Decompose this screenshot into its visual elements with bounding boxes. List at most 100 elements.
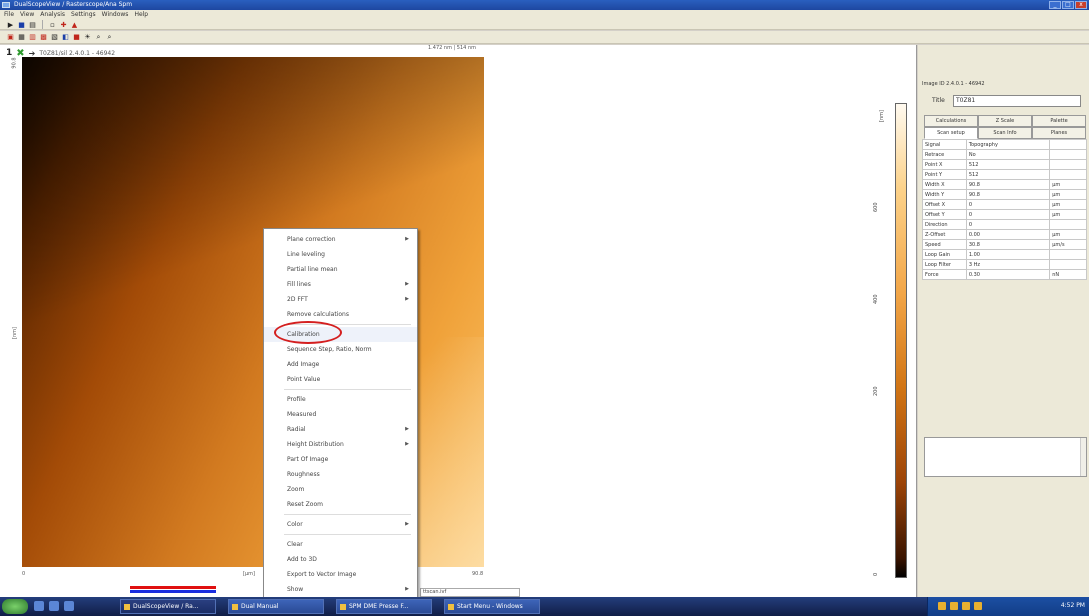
property-row[interactable]: Retrace No bbox=[922, 149, 1087, 160]
x-tick-0: 0 bbox=[22, 571, 26, 577]
context-menu-item[interactable]: Remove calculations bbox=[264, 307, 417, 322]
tray-network-icon[interactable] bbox=[938, 602, 946, 610]
color-scale-bar[interactable] bbox=[895, 103, 907, 578]
context-menu-item[interactable]: Plane correction ▶ bbox=[264, 232, 417, 247]
tab-z-scale[interactable]: Z Scale bbox=[978, 115, 1032, 127]
property-key: Point Y bbox=[922, 169, 967, 180]
file-field[interactable]: ttscan.ivf bbox=[420, 588, 520, 597]
sun-icon[interactable]: ☀ bbox=[83, 32, 92, 41]
context-menu-item[interactable]: Show ▶ bbox=[264, 582, 417, 597]
property-row[interactable]: Loop Filter 3 Hz bbox=[922, 259, 1087, 270]
tab-palette[interactable]: Palette bbox=[1032, 115, 1086, 127]
quick-launch-ie-icon[interactable] bbox=[34, 601, 44, 611]
property-row[interactable]: Z-Offset 0.00 µm bbox=[922, 229, 1087, 240]
tab-scan-info[interactable]: Scan Info bbox=[978, 127, 1032, 139]
property-row[interactable]: Width Y 90.8 µm bbox=[922, 189, 1087, 200]
print-icon[interactable]: ▤ bbox=[28, 20, 37, 29]
context-menu-item[interactable]: Roughness bbox=[264, 467, 417, 482]
menu-help[interactable]: Help bbox=[134, 10, 148, 19]
minimize-button[interactable]: _ bbox=[1049, 1, 1061, 9]
scan-dimension-label: 1.472 nm | 514 nm bbox=[428, 45, 476, 51]
property-row[interactable]: Loop Gain 1.00 bbox=[922, 249, 1087, 260]
close-button[interactable]: x bbox=[1075, 1, 1087, 9]
context-menu-item[interactable]: Clear bbox=[264, 537, 417, 552]
context-menu-item[interactable]: Reset Zoom bbox=[264, 497, 417, 512]
property-unit: µm bbox=[1049, 229, 1087, 240]
context-menu-item[interactable]: Measured bbox=[264, 407, 417, 422]
tool-blank-icon[interactable]: ▫ bbox=[48, 20, 57, 29]
context-menu-item-label: Sequence Step, Ratio, Norm bbox=[287, 346, 372, 353]
property-row[interactable]: Width X 90.8 µm bbox=[922, 179, 1087, 190]
notes-box[interactable] bbox=[924, 437, 1087, 477]
zoom-in-icon[interactable]: ⌕ bbox=[94, 32, 103, 41]
context-menu-item[interactable]: Color ▶ bbox=[264, 517, 417, 532]
context-menu-item[interactable]: Sequence Step, Ratio, Norm bbox=[264, 342, 417, 357]
property-row[interactable]: Offset X 0 µm bbox=[922, 199, 1087, 210]
task-spm[interactable]: SPM DME Presse F... bbox=[336, 599, 432, 614]
channel-indicator bbox=[130, 586, 216, 594]
notes-scrollbar[interactable] bbox=[1080, 438, 1086, 476]
context-menu-item[interactable]: 2D FFT ▶ bbox=[264, 292, 417, 307]
step-icon[interactable]: ◧ bbox=[61, 32, 70, 41]
tray-update-icon[interactable] bbox=[974, 602, 982, 610]
menu-settings[interactable]: Settings bbox=[71, 10, 96, 19]
menu-view[interactable]: View bbox=[20, 10, 34, 19]
menu-windows[interactable]: Windows bbox=[102, 10, 129, 19]
context-menu-item[interactable]: Radial ▶ bbox=[264, 422, 417, 437]
tool-tree-icon[interactable]: ✚ bbox=[59, 20, 68, 29]
image-icon[interactable]: ▣ bbox=[6, 32, 15, 41]
context-menu-item[interactable]: Point Value bbox=[264, 372, 417, 387]
tray-security-icon[interactable] bbox=[962, 602, 970, 610]
task-start-menu[interactable]: Start Menu - Windows bbox=[444, 599, 540, 614]
tab-scan-setup[interactable]: Scan setup bbox=[924, 127, 978, 139]
context-menu-item[interactable]: Partial line mean bbox=[264, 262, 417, 277]
context-menu-item[interactable]: Zoom bbox=[264, 482, 417, 497]
property-unit bbox=[1049, 139, 1087, 150]
grid-icon[interactable]: ▩ bbox=[39, 32, 48, 41]
property-unit bbox=[1049, 219, 1087, 230]
context-menu-item[interactable]: Export to Vector Image bbox=[264, 567, 417, 582]
quick-launch-media-icon[interactable] bbox=[64, 601, 74, 611]
property-row[interactable]: Offset Y 0 µm bbox=[922, 209, 1087, 220]
context-menu-item[interactable]: Add Image bbox=[264, 357, 417, 372]
menu-file[interactable]: File bbox=[4, 10, 14, 19]
tab-calculations[interactable]: Calculations bbox=[924, 115, 978, 127]
overlay-icon[interactable]: ▥ bbox=[28, 32, 37, 41]
menu-bar: File View Analysis Settings Windows Help bbox=[0, 10, 1089, 19]
maximize-button[interactable]: □ bbox=[1062, 1, 1074, 9]
context-menu-item[interactable]: Line leveling bbox=[264, 247, 417, 262]
property-row[interactable]: Point Y 512 bbox=[922, 169, 1087, 180]
property-row[interactable]: Speed 30.8 µm/s bbox=[922, 239, 1087, 250]
menu-analysis[interactable]: Analysis bbox=[40, 10, 65, 19]
panel-tabs: Calculations Z Scale Palette Scan setup … bbox=[924, 115, 1086, 139]
title-bar[interactable]: DualScopeView / Rasterscope/Ana Spm _ □ … bbox=[0, 0, 1089, 10]
task-dual-manual[interactable]: Dual Manual bbox=[228, 599, 324, 614]
title-input[interactable]: T0Z81 bbox=[953, 95, 1081, 107]
context-menu-item[interactable]: Add to 3D bbox=[264, 552, 417, 567]
tray-volume-icon[interactable] bbox=[950, 602, 958, 610]
context-menu-item[interactable]: Profile bbox=[264, 392, 417, 407]
start-button[interactable] bbox=[2, 599, 28, 614]
property-row[interactable]: Force 0.30 nN bbox=[922, 269, 1087, 280]
property-row[interactable]: Point X 512 bbox=[922, 159, 1087, 170]
open-icon[interactable]: ▶ bbox=[6, 20, 15, 29]
quick-launch-desktop-icon[interactable] bbox=[49, 601, 59, 611]
zoom-out-icon[interactable]: ⌕ bbox=[105, 32, 114, 41]
context-menu-item[interactable]: Part Of Image bbox=[264, 452, 417, 467]
property-row[interactable]: Direction 0 bbox=[922, 219, 1087, 230]
channel-red-bar bbox=[130, 586, 216, 589]
property-key: Z-Offset bbox=[922, 229, 967, 240]
histogram-icon[interactable]: ▧ bbox=[50, 32, 59, 41]
tab-planes[interactable]: Planes bbox=[1032, 127, 1086, 139]
calibration-callout bbox=[274, 321, 342, 344]
property-key: Width Y bbox=[922, 189, 967, 200]
task-dualscope[interactable]: DualScopeView / Ra... bbox=[120, 599, 216, 614]
stack-icon[interactable]: ▦ bbox=[17, 32, 26, 41]
menu-separator bbox=[284, 534, 411, 535]
context-menu-item[interactable]: Height Distribution ▶ bbox=[264, 437, 417, 452]
context-menu-item[interactable]: Fill lines ▶ bbox=[264, 277, 417, 292]
property-row[interactable]: Signal Topography bbox=[922, 139, 1087, 150]
save-icon[interactable]: ■ bbox=[17, 20, 26, 29]
stop-icon[interactable]: ■ bbox=[72, 32, 81, 41]
tool-home-icon[interactable]: ▲ bbox=[70, 20, 79, 29]
